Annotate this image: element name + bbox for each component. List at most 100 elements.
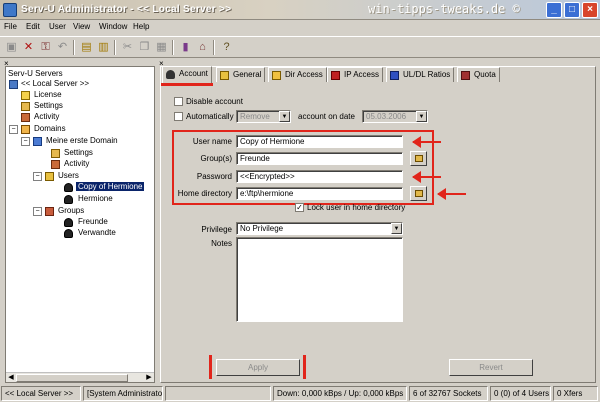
expand-domains-toggle[interactable]: − [9, 125, 18, 134]
toolbar-separator [213, 40, 215, 55]
toolbar-separator [114, 40, 116, 55]
privilege-value: No Privilege [240, 224, 284, 233]
tab-label: Quota [474, 70, 496, 79]
expand-domain-toggle[interactable]: − [21, 137, 30, 146]
tree-node-group-freunde[interactable]: Freunde [78, 217, 108, 226]
tab-ip-access[interactable]: IP Access [327, 67, 383, 82]
tab-general[interactable]: General [216, 67, 266, 82]
groups-browse-button[interactable] [410, 151, 427, 166]
tree-node-domain-activity[interactable]: Activity [64, 159, 89, 168]
groups-label: Group(s) [200, 154, 232, 163]
privilege-label: Privilege [201, 225, 232, 234]
close-button[interactable]: × [582, 2, 598, 18]
tree-node-server[interactable]: << Local Server >> [21, 79, 89, 88]
settings-icon [21, 102, 30, 111]
on-date-label: account on date [298, 112, 355, 121]
scroll-left-icon[interactable]: ◀ [6, 373, 16, 382]
tab-label: Dir Access [285, 70, 323, 79]
password-input[interactable]: <<Encrypted>> [236, 170, 403, 183]
toolbar-separator [73, 40, 75, 55]
homedir-input[interactable]: e:\ftp\hermione [236, 187, 403, 200]
chevron-down-icon[interactable]: ▼ [416, 111, 427, 122]
tree-node-domains[interactable]: Domains [34, 124, 66, 133]
tab-dir-access[interactable]: Dir Access [268, 67, 327, 82]
tree-node-license[interactable]: License [34, 90, 62, 99]
help-icon[interactable]: ? [219, 40, 234, 55]
expand-groups-toggle[interactable]: − [33, 207, 42, 216]
menu-help[interactable]: Help [133, 22, 149, 31]
tab-label: UL/DL Ratios [403, 70, 451, 79]
home-icon[interactable]: ⌂ [195, 40, 210, 55]
user-icon [64, 183, 73, 192]
toolbar: ▣ ✕ ⚿ ↶ ▤ ▥ ✂ ❐ ▦ ▮ ⌂ ? [0, 36, 600, 58]
groups-input[interactable]: Freunde [236, 152, 403, 165]
server-icon [9, 80, 18, 89]
domains-icon [21, 125, 30, 134]
tree-node-groups[interactable]: Groups [58, 206, 84, 215]
tree-node-settings[interactable]: Settings [34, 101, 63, 110]
annotation-arrow [412, 136, 441, 148]
menu-view[interactable]: View [73, 22, 90, 31]
status-bar: << Local Server >> [System Administrator… [0, 385, 600, 402]
tree-node-domain[interactable]: Meine erste Domain [46, 136, 118, 145]
title-bar: Serv-U Administrator - << Local Server >… [0, 0, 600, 20]
cut-icon[interactable]: ✂ [120, 40, 135, 55]
tree-root[interactable]: Serv-U Servers [8, 69, 63, 78]
revert-button[interactable]: Revert [449, 359, 533, 376]
new-server-icon[interactable]: ▤ [79, 40, 94, 55]
toolbar-separator [172, 40, 174, 55]
tab-account[interactable]: Account [162, 66, 212, 83]
minimize-button[interactable]: _ [546, 2, 562, 18]
menu-file[interactable]: File [4, 22, 17, 31]
password-label: Password [196, 172, 232, 181]
on-date-select[interactable]: 05.03.2006 ▼ [362, 110, 428, 123]
chevron-down-icon[interactable]: ▼ [279, 111, 290, 122]
scroll-right-icon[interactable]: ▶ [144, 373, 154, 382]
ratio-icon [390, 71, 399, 80]
tree-node-user-hermione[interactable]: Hermione [78, 194, 113, 203]
delete-icon[interactable]: ✕ [21, 40, 36, 55]
book-icon[interactable]: ▮ [178, 40, 193, 55]
copy-icon[interactable]: ❐ [137, 40, 152, 55]
group-icon [64, 229, 73, 238]
tree-node-users[interactable]: Users [58, 171, 79, 180]
notes-textarea[interactable] [236, 237, 403, 322]
lock-home-checkbox[interactable]: ✓ [295, 203, 304, 212]
tab-label: IP Access [344, 70, 379, 79]
menu-edit[interactable]: Edit [26, 22, 40, 31]
tree-node-activity[interactable]: Activity [34, 112, 59, 121]
chevron-down-icon[interactable]: ▼ [391, 223, 402, 234]
tree-horizontal-scrollbar[interactable]: ◀ ▶ [6, 372, 154, 382]
auto-remove-checkbox[interactable] [174, 112, 183, 121]
apply-button[interactable]: Apply [216, 359, 300, 376]
browse-icon [415, 155, 423, 162]
tab-label: Account [179, 69, 208, 78]
activity-icon [21, 113, 30, 122]
tab-quota[interactable]: Quota [457, 67, 500, 82]
privilege-select[interactable]: No Privilege ▼ [236, 222, 403, 235]
status-sockets: 6 of 32767 Sockets [409, 386, 488, 401]
username-input[interactable]: Copy of Hermione [236, 135, 403, 148]
domain-activity-icon [51, 160, 60, 169]
maximize-button[interactable]: □ [564, 2, 580, 18]
disable-account-checkbox[interactable] [174, 97, 183, 106]
undo-icon[interactable]: ↶ [55, 40, 70, 55]
domain-icon [33, 137, 42, 146]
disconnect-icon[interactable]: ⚿ [38, 40, 53, 55]
connect-icon[interactable]: ▣ [4, 40, 19, 55]
paste-icon[interactable]: ▦ [154, 40, 169, 55]
scroll-thumb[interactable] [16, 374, 128, 382]
domain-settings-icon [51, 149, 60, 158]
menu-user[interactable]: User [49, 22, 66, 31]
expand-users-toggle[interactable]: − [33, 172, 42, 181]
tree-node-group-verwandte[interactable]: Verwandte [78, 228, 116, 237]
homedir-browse-button[interactable] [410, 186, 427, 201]
tab-ratios[interactable]: UL/DL Ratios [386, 67, 455, 82]
tree-node-domain-settings[interactable]: Settings [64, 148, 93, 157]
status-speed: Down: 0,000 kBps / Up: 0,000 kBps [273, 386, 407, 401]
tree-node-user-selected[interactable]: Copy of Hermione [76, 182, 145, 191]
new-user-icon[interactable]: ▥ [96, 40, 111, 55]
auto-action-select[interactable]: Remove ▼ [236, 110, 291, 123]
status-users: 0 (0) of 4 Users [490, 386, 551, 401]
menu-window[interactable]: Window [99, 22, 127, 31]
